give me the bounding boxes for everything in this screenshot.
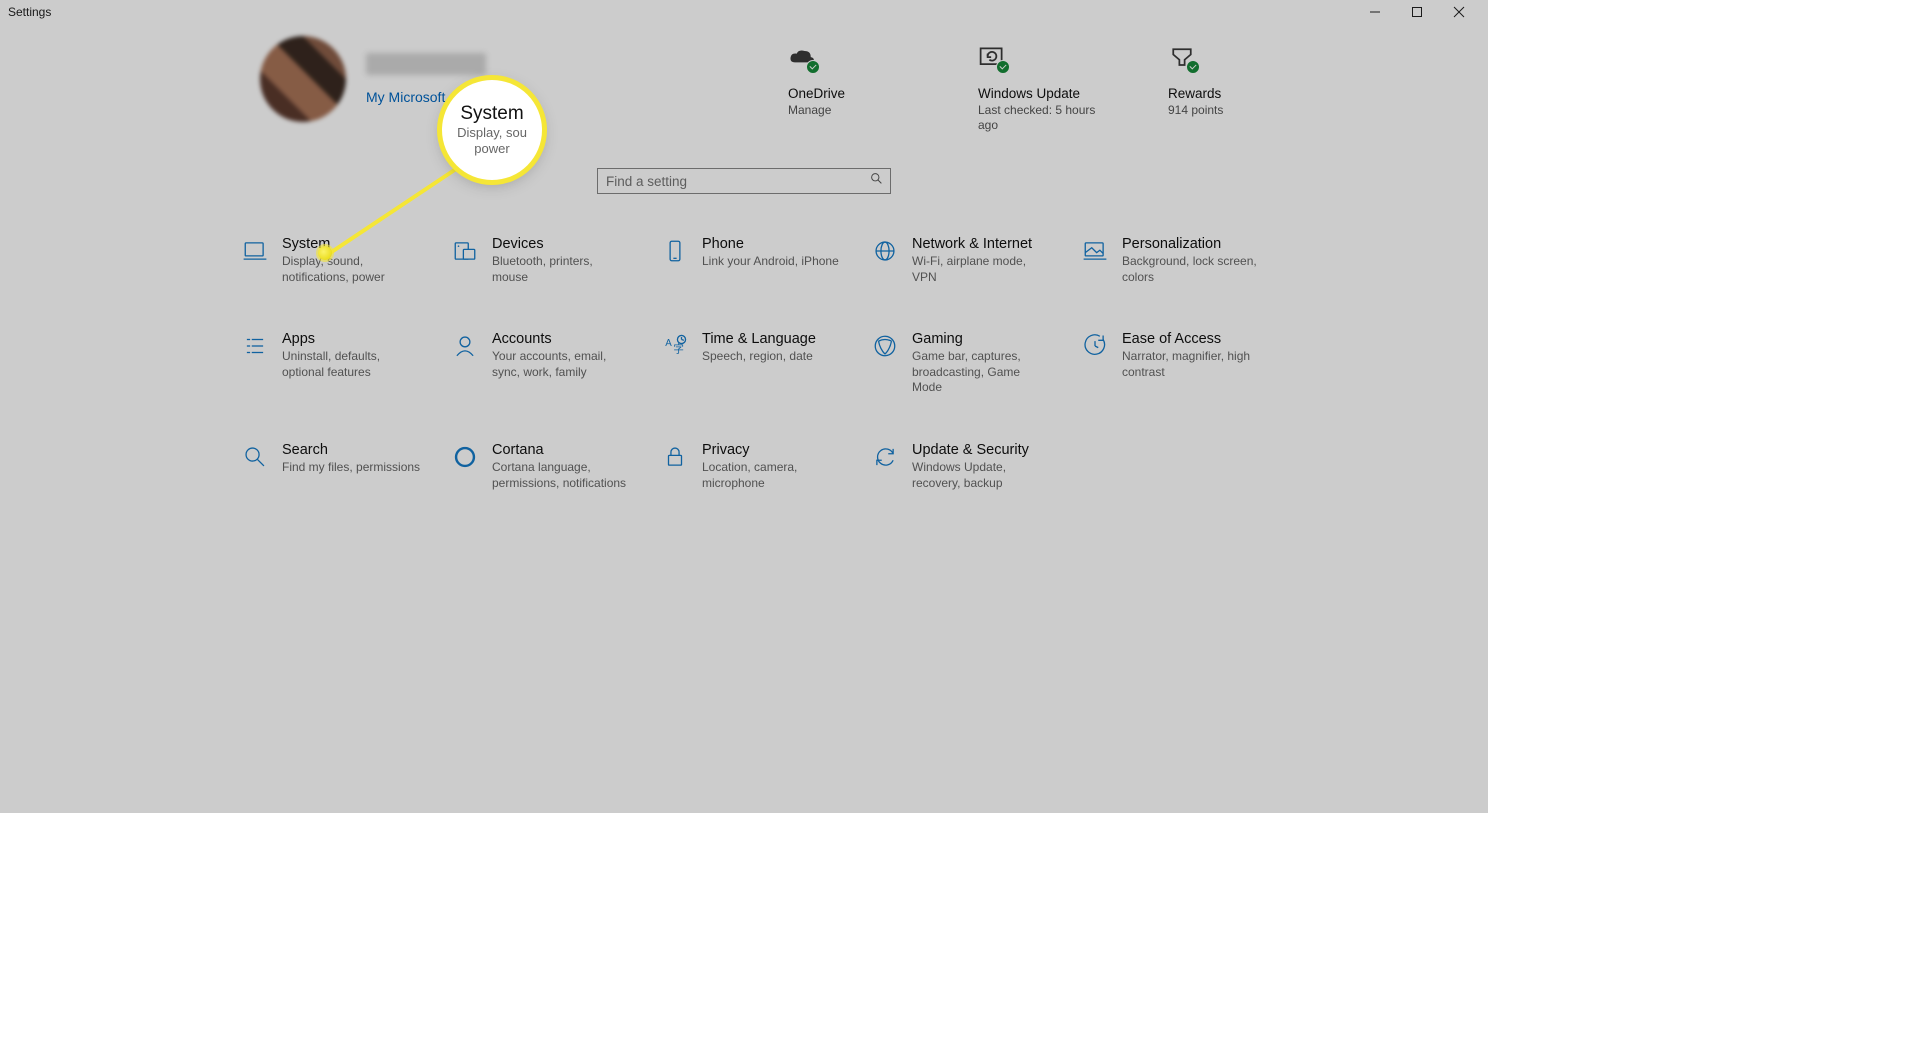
cat-title: Time & Language [702,331,860,347]
windows-update-icon [978,44,1098,76]
search-category-icon [240,442,270,491]
personalization-icon [1080,236,1110,285]
cat-apps[interactable]: Apps Uninstall, defaults, optional featu… [240,331,440,396]
cat-title: Ease of Access [1122,331,1280,347]
cat-title: Search [282,442,440,458]
rewards-icon [1168,44,1288,76]
cat-desc: Wi-Fi, airplane mode, VPN [912,254,1052,285]
callout-dot [318,246,332,260]
ease-of-access-icon [1080,331,1110,396]
cat-ease-of-access[interactable]: Ease of Access Narrator, magnifier, high… [1080,331,1280,396]
cat-desc: Cortana language, permissions, notificat… [492,460,632,491]
cat-cortana[interactable]: Cortana Cortana language, permissions, n… [450,442,650,491]
accounts-icon [450,331,480,396]
onedrive-icon [788,44,908,76]
cat-desc: Uninstall, defaults, optional features [282,349,422,380]
cat-network[interactable]: Network & Internet Wi-Fi, airplane mode,… [870,236,1070,285]
cat-desc: Speech, region, date [702,349,842,365]
category-grid: System Display, sound, notifications, po… [240,236,1300,491]
header: My Microsoft Account OneDrive Manage Win… [0,24,1488,144]
minimize-button[interactable] [1354,0,1396,24]
window-title: Settings [8,5,51,19]
cat-update-security[interactable]: Update & Security Windows Update, recove… [870,442,1070,491]
cat-title: Privacy [702,442,860,458]
system-icon [240,236,270,285]
cat-title: Cortana [492,442,650,458]
search-icon [870,172,883,190]
avatar [260,36,346,122]
cat-desc: Find my files, permissions [282,460,422,476]
cat-desc: Link your Android, iPhone [702,254,842,270]
status-onedrive-sub: Manage [788,103,908,118]
cortana-icon [450,442,480,491]
cat-search[interactable]: Search Find my files, permissions [240,442,440,491]
cat-title: Gaming [912,331,1070,347]
status-rewards-name: Rewards [1168,86,1288,101]
cat-title: Phone [702,236,860,252]
maximize-button[interactable] [1396,0,1438,24]
cat-gaming[interactable]: Gaming Game bar, captures, broadcasting,… [870,331,1070,396]
search-input[interactable] [597,168,891,194]
cat-desc: Narrator, magnifier, high contrast [1122,349,1262,380]
cat-desc: Game bar, captures, broadcasting, Game M… [912,349,1052,396]
globe-icon [870,236,900,285]
svg-text:A: A [665,338,672,349]
status-update-name: Windows Update [978,86,1098,101]
callout-title: System [460,103,523,125]
phone-icon [660,236,690,285]
status-onedrive-name: OneDrive [788,86,908,101]
cat-title: Personalization [1122,236,1280,252]
cat-title: System [282,236,440,252]
cat-desc: Display, sound, notifications, power [282,254,422,285]
cat-desc: Windows Update, recovery, backup [912,460,1052,491]
cat-phone[interactable]: Phone Link your Android, iPhone [660,236,860,285]
privacy-icon [660,442,690,491]
cat-desc: Bluetooth, printers, mouse [492,254,632,285]
status-onedrive[interactable]: OneDrive Manage [788,44,908,133]
cat-personalization[interactable]: Personalization Background, lock screen,… [1080,236,1280,285]
cat-time-language[interactable]: A字 Time & Language Speech, region, date [660,331,860,396]
status-windows-update[interactable]: Windows Update Last checked: 5 hours ago [978,44,1098,133]
cat-title: Network & Internet [912,236,1070,252]
cat-title: Devices [492,236,650,252]
settings-window: Settings My Microsoft Account [0,0,1488,813]
cat-title: Accounts [492,331,650,347]
callout-circle: System Display, sou power [442,80,542,180]
user-name-redacted [366,53,486,75]
cat-accounts[interactable]: Accounts Your accounts, email, sync, wor… [450,331,650,396]
devices-icon [450,236,480,285]
status-rewards[interactable]: Rewards 914 points [1168,44,1288,133]
callout-sub: Display, sou power [442,125,542,156]
cat-title: Update & Security [912,442,1070,458]
svg-text:字: 字 [673,343,684,356]
cat-title: Apps [282,331,440,347]
titlebar: Settings [0,0,1488,24]
close-button[interactable] [1438,0,1480,24]
cat-desc: Your accounts, email, sync, work, family [492,349,632,380]
cat-devices[interactable]: Devices Bluetooth, printers, mouse [450,236,650,285]
status-update-sub: Last checked: 5 hours ago [978,103,1098,133]
cat-privacy[interactable]: Privacy Location, camera, microphone [660,442,860,491]
cat-desc: Location, camera, microphone [702,460,842,491]
apps-icon [240,331,270,396]
cat-system[interactable]: System Display, sound, notifications, po… [240,236,440,285]
cat-desc: Background, lock screen, colors [1122,254,1262,285]
update-security-icon [870,442,900,491]
status-group: OneDrive Manage Windows Update Last chec… [788,44,1288,133]
gaming-icon [870,331,900,396]
search-wrap [597,168,891,194]
status-rewards-sub: 914 points [1168,103,1288,118]
time-language-icon: A字 [660,331,690,396]
